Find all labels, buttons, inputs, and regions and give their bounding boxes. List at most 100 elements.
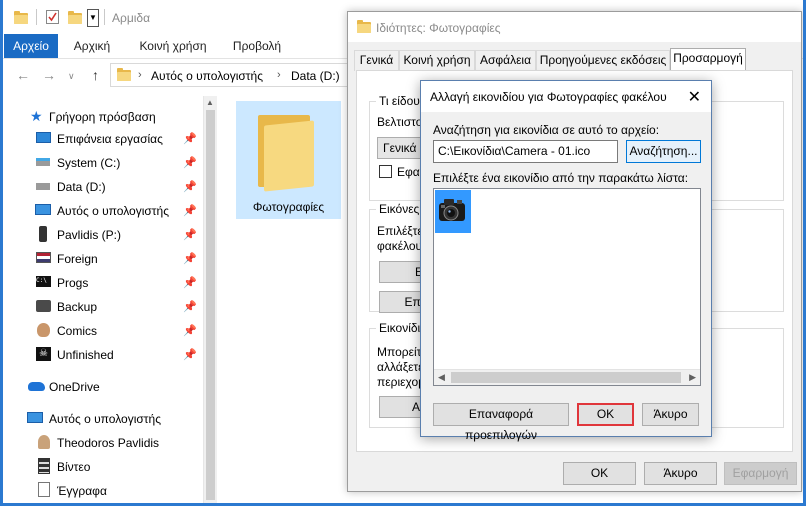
scroll-up-icon[interactable]: ▲	[206, 98, 214, 107]
tab-file[interactable]: Αρχείο	[4, 34, 58, 58]
nav-item-data-d[interactable]: Data (D:) 📌	[0, 175, 203, 199]
flag-icon	[36, 252, 51, 263]
console-icon: C:\	[36, 276, 51, 287]
user-icon	[38, 435, 50, 449]
change-icon-title-bar: Αλλαγή εικονιδίου για Φωτογραφίες φακέλο…	[421, 81, 711, 112]
folder-icon	[117, 68, 131, 82]
nav-item-desktop[interactable]: Επιφάνεια εργασίας 📌	[0, 127, 203, 151]
tab-customize[interactable]: Προσαρμογή	[670, 48, 746, 72]
pin-icon[interactable]: 📌	[183, 276, 197, 289]
navigation-pane: ★ Γρήγορη πρόσβαση Επιφάνεια εργασίας 📌 …	[0, 96, 203, 506]
nav-item-quick-access[interactable]: ★ Γρήγορη πρόσβαση	[0, 105, 203, 129]
properties-ok-button[interactable]: ΟΚ	[563, 462, 636, 485]
ok-button[interactable]: ΟΚ	[577, 403, 634, 426]
breadcrumb-chevron-icon[interactable]: ›	[138, 69, 142, 81]
computer-icon	[35, 204, 51, 215]
browse-button[interactable]: Αναζήτηση...	[626, 140, 701, 163]
nav-item-foreign[interactable]: Foreign 📌	[0, 247, 203, 271]
properties-cancel-button[interactable]: Άκυρο	[644, 462, 717, 485]
pin-icon[interactable]: 📌	[183, 156, 197, 169]
scroll-right-icon[interactable]: ▶	[689, 372, 696, 383]
tab-home[interactable]: Αρχική	[66, 34, 118, 58]
change-icon-dialog: Αλλαγή εικονιδίου για Φωτογραφίες φακέλο…	[420, 80, 712, 442]
camera-icon	[439, 199, 465, 221]
folder-icons-text-2: αλλάξετε	[377, 360, 424, 374]
back-arrow-icon[interactable]: ←	[16, 67, 30, 83]
up-arrow-icon[interactable]: ↑	[92, 67, 99, 83]
nav-item-progs[interactable]: C:\ Progs 📌	[0, 271, 203, 295]
tab-security[interactable]: Ασφάλεια	[475, 50, 536, 71]
nav-item-this-pc-main[interactable]: Αυτός ο υπολογιστής	[0, 407, 203, 431]
icon-list[interactable]: ◀ ▶	[433, 188, 701, 386]
nav-item-documents[interactable]: Έγγραφα	[0, 479, 203, 503]
folder-pictures-text-2: φακέλου	[377, 239, 423, 253]
video-icon	[38, 458, 50, 474]
optimize-label: Βελτιστο	[377, 115, 423, 129]
breadcrumb-data-drive[interactable]: Data (D:)	[291, 69, 340, 83]
scrollbar-thumb[interactable]	[451, 372, 681, 383]
nav-item-this-pc[interactable]: Αυτός ο υπολογιστής 📌	[0, 199, 203, 223]
cancel-button[interactable]: Άκυρο	[642, 403, 699, 426]
pin-icon[interactable]: 📌	[183, 324, 197, 337]
comics-icon	[37, 323, 50, 337]
pin-icon[interactable]: 📌	[183, 252, 197, 265]
breadcrumb-chevron-icon[interactable]: ›	[277, 69, 281, 81]
cloud-icon	[28, 382, 45, 391]
navigation-bar: ← → ∨ ↑ › Αυτός ο υπολογιστής › Data (D:…	[0, 60, 360, 90]
select-icon-label: Επιλέξτε ένα εικονίδιο από την παρακάτω …	[433, 171, 689, 185]
restore-defaults-button[interactable]: Επαναφορά προεπιλογών	[433, 403, 569, 442]
tab-share[interactable]: Κοινή χρήση	[130, 34, 216, 58]
backup-icon	[36, 300, 51, 312]
nav-item-backup[interactable]: Backup 📌	[0, 295, 203, 319]
recent-locations-icon[interactable]: ∨	[68, 71, 75, 82]
folder-icon	[14, 11, 28, 25]
change-icon-title: Αλλαγή εικονιδίου για Φωτογραφίες φακέλο…	[430, 90, 667, 104]
pin-icon[interactable]: 📌	[183, 132, 197, 145]
new-folder-icon[interactable]	[68, 11, 82, 25]
pin-icon[interactable]: 📌	[183, 180, 197, 193]
icon-list-item[interactable]	[435, 190, 471, 233]
tab-general[interactable]: Γενικά	[354, 50, 399, 71]
tab-sharing[interactable]: Κοινή χρήση	[399, 50, 475, 71]
folder-tile[interactable]: Φωτογραφίες	[236, 101, 341, 219]
quick-access-dropdown-icon[interactable]: ▼	[87, 9, 99, 27]
tab-view[interactable]: Προβολή	[226, 34, 288, 58]
folder-tile-label: Φωτογραφίες	[252, 200, 325, 214]
pin-icon[interactable]: 📌	[183, 348, 197, 361]
properties-checkbox-icon[interactable]	[46, 10, 59, 24]
computer-icon	[27, 412, 43, 423]
folder-icon	[357, 20, 371, 34]
desktop-icon	[36, 132, 51, 143]
scroll-left-icon[interactable]: ◀	[438, 372, 445, 383]
nav-item-theodoros-pavlidis[interactable]: Theodoros Pavlidis	[0, 431, 203, 455]
nav-item-unfinished[interactable]: ☠ Unfinished 📌	[0, 343, 203, 367]
forward-arrow-icon[interactable]: →	[42, 67, 56, 83]
nav-item-onedrive[interactable]: OneDrive	[0, 375, 203, 399]
nav-item-pavlidis-p[interactable]: Pavlidis (P:) 📌	[0, 223, 203, 247]
documents-icon	[38, 482, 50, 497]
pin-icon[interactable]: 📌	[183, 228, 197, 241]
star-icon: ★	[30, 108, 43, 124]
properties-title: Ιδιότητες: Φωτογραφίες	[376, 21, 501, 35]
breadcrumb-this-pc[interactable]: Αυτός ο υπολογιστής	[151, 69, 263, 83]
properties-apply-button[interactable]: Εφαρμογή	[724, 462, 797, 485]
window-title: Αρμιδα	[112, 11, 151, 25]
drive-icon	[36, 183, 50, 190]
scrollbar-thumb[interactable]	[206, 110, 215, 500]
folder-icons-text-3: περιεχομ	[377, 375, 426, 389]
icon-file-path-input[interactable]: C:\Εικονίδια\Camera - 01.ico	[433, 140, 618, 163]
pin-icon[interactable]: 📌	[183, 300, 197, 313]
pin-icon[interactable]: 📌	[183, 204, 197, 217]
folder-pictures-text-1: Επιλέξτε	[377, 224, 423, 238]
nav-item-comics[interactable]: Comics 📌	[0, 319, 203, 343]
apply-subfolders-checkbox[interactable]	[379, 165, 392, 178]
search-icons-label: Αναζήτηση για εικονίδια σε αυτό το αρχεί…	[433, 123, 660, 137]
nav-item-system-c[interactable]: System (C:) 📌	[0, 151, 203, 175]
close-icon[interactable]: ✕	[688, 87, 701, 107]
tab-previous-versions[interactable]: Προηγούμενες εκδόσεις	[536, 50, 670, 71]
nav-item-videos[interactable]: Βίντεο	[0, 455, 203, 479]
address-bar[interactable]: › Αυτός ο υπολογιστής › Data (D:)	[110, 63, 360, 87]
icon-list-scrollbar[interactable]: ◀ ▶	[434, 369, 700, 385]
properties-title-bar: Ιδιότητες: Φωτογραφίες	[348, 12, 801, 42]
navigation-pane-scrollbar[interactable]: ▲	[203, 96, 217, 506]
